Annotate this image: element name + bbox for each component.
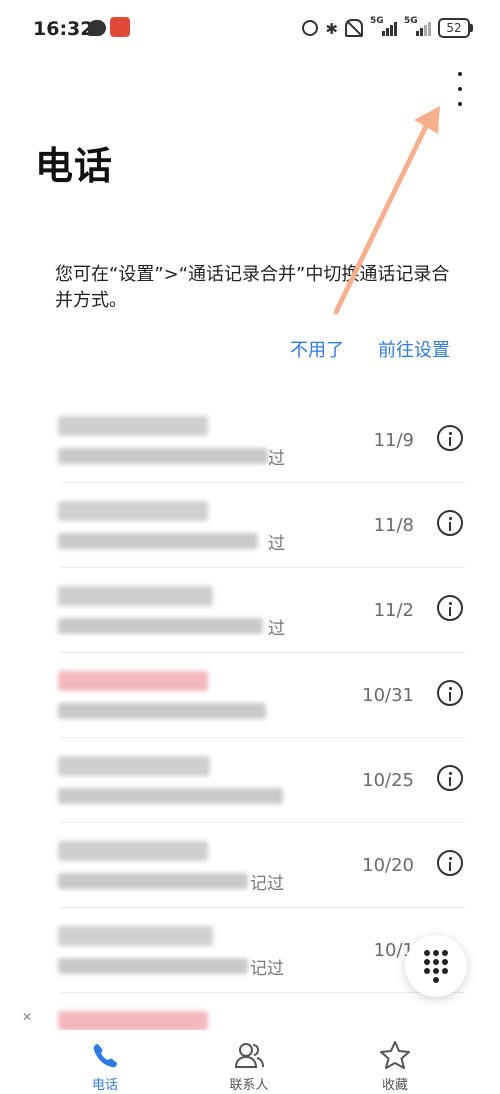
- dialpad-button[interactable]: [405, 935, 467, 997]
- call-detail: [58, 618, 263, 634]
- status-icons: ✱ 5G 5G 52: [302, 16, 473, 39]
- info-icon[interactable]: [437, 850, 463, 876]
- bottom-navigation: 电话 联系人 收藏: [0, 1030, 500, 1094]
- contact-name: [58, 416, 208, 436]
- call-log-row[interactable]: 10/25: [0, 738, 500, 823]
- alarm-icon: [302, 20, 319, 36]
- call-date: 11/9: [373, 430, 414, 451]
- dismiss-button[interactable]: 不用了: [290, 336, 344, 362]
- merge-tip-text: 您可在“设置”>“通话记录合并”中切换通话记录合并方式。: [55, 264, 450, 311]
- close-icon[interactable]: ✕: [22, 1010, 32, 1024]
- bluetooth-icon: ✱: [325, 20, 338, 38]
- call-date: 10/31: [362, 685, 414, 706]
- contact-name: [58, 501, 208, 521]
- app-notification-icon: [110, 17, 130, 37]
- info-icon[interactable]: [437, 425, 463, 451]
- info-icon[interactable]: [437, 680, 463, 706]
- tab-favorites-label: 收藏: [381, 1078, 408, 1093]
- battery-icon: 52: [438, 18, 473, 38]
- contact-name: [58, 1011, 208, 1031]
- page-title: 电话: [35, 144, 114, 188]
- call-date: 10/25: [362, 770, 414, 791]
- call-detail: [58, 533, 258, 549]
- message-icon: [88, 20, 106, 36]
- call-log-row[interactable]: 10/31: [0, 653, 500, 738]
- status-time: 16:32: [33, 18, 94, 40]
- call-log-row[interactable]: 过 11/9: [0, 398, 500, 483]
- call-log-row[interactable]: 过 11/8: [0, 483, 500, 568]
- info-icon[interactable]: [437, 510, 463, 536]
- contact-name: [58, 671, 208, 691]
- info-icon[interactable]: [437, 595, 463, 621]
- contacts-icon: [234, 1043, 264, 1068]
- contact-name: [58, 756, 210, 776]
- call-detail: [58, 448, 268, 464]
- call-detail: [58, 788, 283, 804]
- call-date: 11/2: [373, 600, 414, 621]
- signal-icon-2: 5G: [404, 16, 431, 36]
- tab-contacts-label: 联系人: [229, 1078, 269, 1093]
- call-detail: [58, 873, 248, 889]
- contact-name: [58, 586, 213, 606]
- contact-name: [58, 926, 213, 946]
- call-detail: [58, 958, 248, 974]
- info-icon[interactable]: [437, 765, 463, 791]
- call-log-row[interactable]: 记过 10/20: [0, 823, 500, 908]
- contact-name: [58, 841, 208, 861]
- call-log-row[interactable]: 过 11/2: [0, 568, 500, 653]
- mute-bell-icon: [345, 19, 363, 37]
- call-detail: [58, 703, 266, 719]
- call-date: 11/8: [373, 515, 414, 536]
- tab-phone-label: 电话: [91, 1078, 118, 1093]
- more-options-icon[interactable]: [450, 72, 470, 106]
- star-icon: [380, 1041, 410, 1069]
- signal-icon-1: 5G: [370, 16, 397, 36]
- phone-icon: [93, 1044, 117, 1068]
- go-settings-button[interactable]: 前往设置: [378, 336, 450, 362]
- status-bar: 16:32 ✱ 5G 5G 52: [0, 0, 500, 58]
- call-date: 10/20: [362, 855, 414, 876]
